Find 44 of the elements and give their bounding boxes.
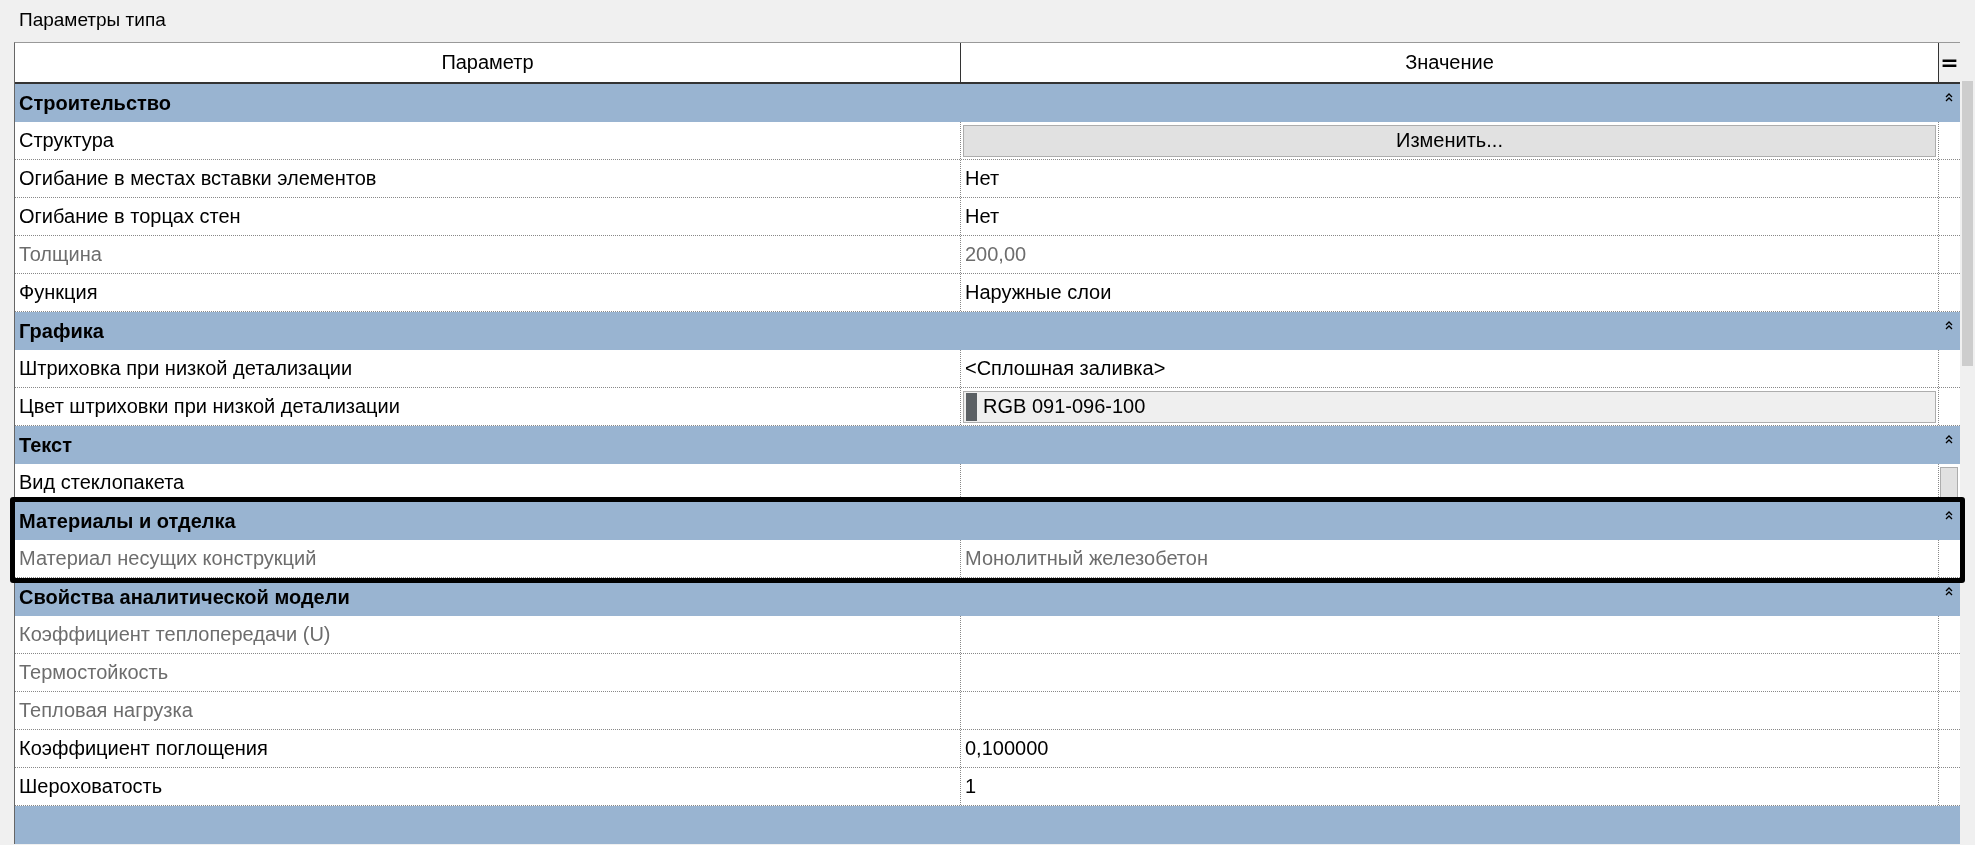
parameter-name: Толщина [15, 236, 961, 273]
column-options-button[interactable]: = [1939, 43, 1960, 82]
scrollbar-thumb[interactable] [1962, 81, 1973, 366]
color-button[interactable]: RGB 091-096-100 [963, 390, 1936, 423]
parameter-value: Монолитный железобетон [964, 547, 1208, 570]
group-header[interactable]: Материалы и отделка [15, 502, 1960, 540]
parameter-name: Тепловая нагрузка [15, 692, 961, 729]
group-title: Материалы и отделка [19, 509, 236, 533]
parameter-name: Материал несущих конструкций [15, 540, 961, 577]
group-title: Строительство [19, 91, 172, 115]
parameter-name: Вид стеклопакета [15, 464, 961, 501]
parameter-name: Термостойкость [15, 654, 961, 691]
color-value: RGB 091-096-100 [983, 395, 1146, 418]
group-header[interactable]: Строительство [15, 84, 1960, 122]
parameter-name: Цвет штриховки при низкой детализации [15, 388, 961, 425]
group-title: Графика [19, 319, 104, 343]
parameter-name: Огибание в местах вставки элементов [15, 160, 961, 197]
group-header[interactable]: Текст [15, 426, 1960, 464]
parameter-value: 1 [964, 775, 977, 798]
parameter-value: Нет [964, 205, 1000, 228]
panel-title: Параметры типа [18, 8, 166, 32]
parameter-name: Структура [15, 122, 961, 159]
parameter-name: Огибание в торцах стен [15, 198, 961, 235]
collapse-icon[interactable] [1945, 510, 1953, 520]
collapse-icon[interactable] [1945, 92, 1953, 102]
parameter-name: Шероховатость [15, 768, 961, 805]
parameter-name: Коэффициент теплопередачи (U) [15, 616, 961, 653]
collapse-icon[interactable] [1945, 586, 1953, 596]
picker-button[interactable] [1940, 466, 1958, 499]
group-title: Свойства аналитической модели [19, 585, 350, 609]
group-title: Текст [19, 433, 72, 457]
parameter-value: 0,100000 [964, 737, 1049, 760]
parameter-value: <Сплошная заливка> [964, 357, 1166, 380]
parameter-name: Функция [15, 274, 961, 311]
group-header[interactable]: Графика [15, 312, 1960, 350]
parameter-value: Нет [964, 167, 1000, 190]
edit-button[interactable]: Изменить... [963, 124, 1936, 157]
collapse-icon[interactable] [1945, 434, 1953, 444]
parameter-name: Коэффициент поглощения [15, 730, 961, 767]
column-header[interactable]: Параметр [15, 43, 961, 82]
collapse-icon[interactable] [1945, 320, 1953, 330]
parameter-name: Штриховка при низкой детализации [15, 350, 961, 387]
parameter-value: Наружные слои [964, 281, 1112, 304]
parameter-value: 200,00 [964, 243, 1027, 266]
